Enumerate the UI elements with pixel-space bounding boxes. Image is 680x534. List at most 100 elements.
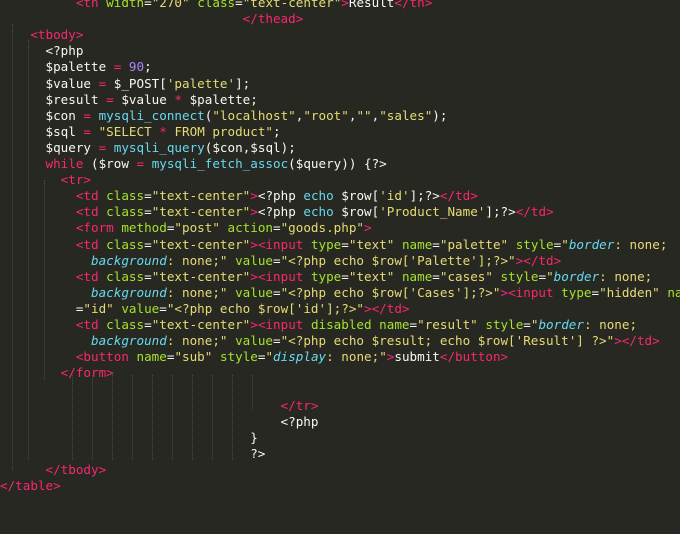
code-token: $palette bbox=[45, 59, 107, 75]
code-token: background bbox=[91, 252, 167, 268]
code-line: <td class="text-center"><?php echo $row[… bbox=[0, 204, 554, 220]
code-token: <input bbox=[257, 317, 311, 332]
code-token: $sql bbox=[250, 139, 281, 155]
code-token: "sales" bbox=[379, 107, 433, 123]
code-token: > bbox=[341, 0, 349, 10]
code-token: : none; bbox=[614, 236, 668, 252]
code-line: $value = $_POST['palette']; bbox=[0, 75, 251, 92]
code-token: "" bbox=[356, 107, 372, 123]
code-editor[interactable]: <th width="270" class="text-center">Resu… bbox=[0, 0, 680, 534]
code-token: <?php bbox=[257, 204, 304, 220]
code-token: class bbox=[106, 204, 145, 220]
code-line: background: none;" value="<?php echo $re… bbox=[0, 333, 660, 349]
code-line: } bbox=[0, 430, 258, 446]
code-token: style bbox=[492, 268, 539, 284]
code-token: } bbox=[250, 429, 258, 445]
code-token: "text" bbox=[348, 268, 395, 284]
code-token: > bbox=[500, 284, 509, 300]
code-token: </ bbox=[242, 11, 258, 27]
code-token: $row bbox=[98, 156, 129, 171]
code-token: <td bbox=[75, 236, 107, 252]
code-token: <th bbox=[75, 0, 107, 10]
code-token: <td bbox=[75, 188, 107, 204]
code-token: FROM product" bbox=[166, 123, 274, 139]
code-line: </table> bbox=[0, 478, 61, 494]
code-token: = bbox=[432, 268, 440, 284]
code-line: </thead> bbox=[0, 11, 304, 27]
code-token: <button bbox=[75, 349, 137, 365]
code-token: > bbox=[614, 333, 622, 349]
code-token: = bbox=[409, 317, 418, 332]
code-token: * bbox=[159, 123, 167, 139]
code-token: value bbox=[227, 252, 273, 268]
code-token: > bbox=[295, 11, 304, 27]
code-token: > bbox=[250, 204, 258, 220]
code-token: <input bbox=[257, 236, 311, 252]
code-token: <td bbox=[75, 317, 107, 332]
code-token: = bbox=[273, 252, 281, 268]
code-token: border bbox=[538, 317, 584, 332]
code-token: ; bbox=[144, 59, 152, 75]
code-token: name bbox=[667, 284, 680, 300]
code-token: class bbox=[106, 317, 145, 332]
code-line: background: none;" value="<?php echo $ro… bbox=[0, 285, 680, 301]
code-token: $palette bbox=[189, 91, 251, 107]
code-token: = bbox=[538, 268, 547, 284]
code-token: ];?> bbox=[485, 204, 516, 220]
code-token: : none; bbox=[583, 317, 638, 332]
code-token: <input bbox=[257, 268, 311, 284]
code-token: </form> bbox=[60, 365, 114, 381]
code-token: "<?php echo $row['Cases'];?>" bbox=[280, 284, 501, 300]
code-token: <?php bbox=[280, 413, 319, 429]
code-line: <?php bbox=[0, 43, 84, 59]
code-line: <td class="text-center"><input disabled … bbox=[0, 317, 637, 333]
code-token: </th> bbox=[394, 0, 433, 10]
code-token: > bbox=[250, 317, 258, 332]
code-token: mysqli_fetch_assoc bbox=[151, 156, 289, 171]
code-token: <td bbox=[75, 204, 107, 220]
code-line: </tr> bbox=[0, 397, 319, 414]
code-token: $row bbox=[341, 188, 372, 204]
code-token: > bbox=[364, 220, 372, 236]
code-token: background bbox=[91, 284, 167, 300]
code-token: thead bbox=[257, 11, 296, 27]
code-token: </tr> bbox=[280, 397, 319, 413]
code-token: <form bbox=[75, 220, 122, 236]
code-token: "result" bbox=[417, 317, 478, 332]
code-token: 'id' bbox=[379, 188, 410, 204]
code-token: ; bbox=[273, 123, 281, 139]
code-token: "270" bbox=[151, 0, 190, 10]
code-token: class bbox=[106, 236, 145, 252]
code-token: = bbox=[75, 123, 99, 139]
code-token: width bbox=[106, 0, 145, 10]
code-token: while bbox=[45, 156, 84, 171]
code-token: = bbox=[91, 139, 114, 155]
code-token: $query bbox=[295, 156, 342, 171]
code-token: class bbox=[189, 0, 236, 10]
code-token: = bbox=[432, 236, 440, 252]
code-line: $query = mysqli_query($con,$sql); bbox=[0, 140, 296, 156]
code-token: 'palette' bbox=[166, 75, 236, 91]
code-token: = bbox=[235, 0, 243, 10]
code-token: "sub" bbox=[174, 349, 213, 365]
code-token: ; bbox=[250, 91, 258, 107]
code-token: = bbox=[144, 236, 152, 252]
code-line: $palette = 90; bbox=[0, 59, 152, 75]
code-token: <input bbox=[508, 284, 562, 300]
code-token: "text-center" bbox=[151, 268, 251, 284]
code-token: echo bbox=[303, 188, 342, 204]
code-token: type bbox=[561, 284, 592, 300]
